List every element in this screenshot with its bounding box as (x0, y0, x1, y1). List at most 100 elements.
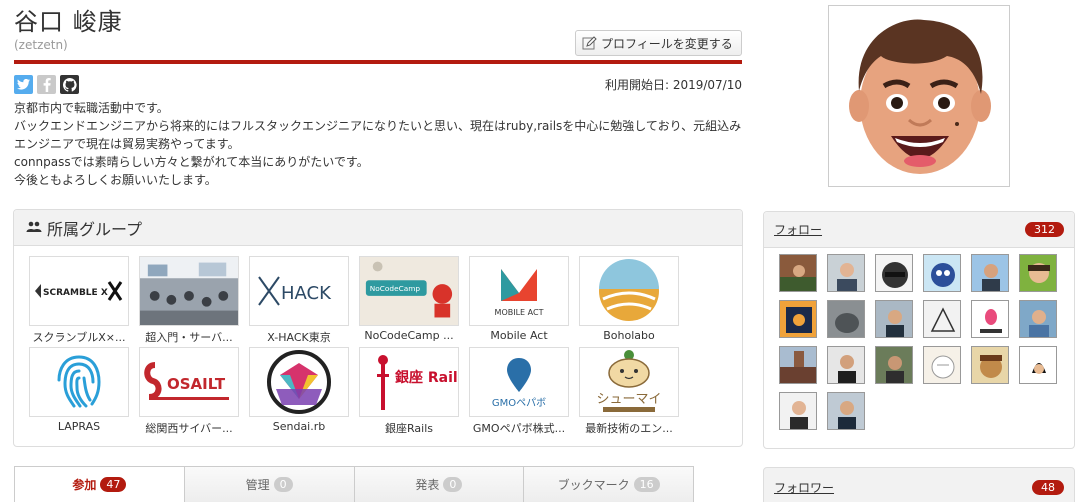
group-logo: SCRAMBLE X (29, 256, 129, 326)
tab-label: 参加 (72, 478, 97, 492)
followers-panel-header: フォロワー 48 (763, 467, 1075, 502)
profile-bio: 京都市内で転職活動中です。 バックエンドエンジニアから将来的にはフルスタックエン… (14, 99, 744, 189)
group-label: 超入門・サーバ... (145, 331, 233, 344)
group-item[interactable]: Sendai.rb (249, 347, 359, 438)
group-label: Sendai.rb (272, 420, 326, 433)
follow-avatar[interactable] (875, 254, 913, 292)
tab-managing[interactable]: 管理 0 (184, 467, 355, 502)
group-label: Mobile Act (490, 329, 548, 342)
follow-avatar[interactable] (875, 346, 913, 384)
bio-line: 京都市内で転職活動中です。 (14, 101, 169, 115)
social-links (14, 75, 79, 94)
follow-avatar[interactable] (971, 254, 1009, 292)
follow-avatar[interactable] (827, 254, 865, 292)
tab-count: 16 (633, 477, 660, 492)
group-label: 総関西サイバー... (145, 422, 233, 435)
group-logo-text: 銀座 Rails (395, 369, 457, 386)
follow-avatar[interactable] (923, 300, 961, 338)
follow-avatar[interactable] (827, 300, 865, 338)
following-link[interactable]: フォロー (774, 221, 822, 238)
follow-avatar[interactable] (827, 392, 865, 430)
group-label: NoCodeCamp ... (364, 329, 454, 342)
twitter-icon[interactable] (14, 75, 33, 94)
follow-avatar[interactable] (779, 300, 817, 338)
follow-avatar[interactable] (827, 346, 865, 384)
group-logo-text: SCRAMBLE X (43, 288, 108, 298)
follow-avatar[interactable] (1019, 254, 1057, 292)
group-item[interactable]: SCRAMBLE X スクランブルX×... (29, 256, 139, 347)
pencil-icon (582, 35, 597, 51)
header-divider (14, 60, 742, 64)
group-item[interactable]: MOBILE ACT Mobile Act (469, 256, 579, 347)
groups-grid: SCRAMBLE X スクランブルX×... 超入門・サーバ... HACK X… (29, 256, 689, 438)
following-avatars (779, 254, 1067, 438)
group-label: 最新技術のエン... (585, 422, 673, 435)
group-logo (29, 347, 129, 417)
group-item[interactable]: シューマイ 最新技術のエン... (579, 347, 689, 438)
following-header: フォロー 312 (764, 212, 1074, 248)
group-item[interactable]: NoCodeCamp NoCodeCamp ... (359, 256, 469, 347)
follow-avatar[interactable] (875, 300, 913, 338)
edit-profile-label: プロフィールを変更する (601, 36, 733, 51)
group-label: Boholabo (603, 329, 655, 342)
group-logo: HACK (249, 256, 349, 326)
follow-avatar[interactable] (1019, 346, 1057, 384)
followers-count-badge: 48 (1032, 479, 1064, 495)
group-item[interactable]: 超入門・サーバ... (139, 256, 249, 347)
profile-handle: (zetzetn) (14, 38, 68, 52)
group-logo (249, 347, 349, 417)
event-tabs: 参加 47 管理 0 発表 0 ブックマーク 16 (14, 466, 694, 502)
follow-avatar[interactable] (923, 254, 961, 292)
group-item[interactable]: HACK X-HACK東京 (249, 256, 359, 347)
group-logo: MOBILE ACT (469, 256, 569, 326)
tab-label: 管理 (245, 478, 270, 492)
profile-avatar (828, 5, 1010, 187)
group-logo: 銀座 Rails (359, 347, 459, 417)
following-panel: フォロー 312 (763, 211, 1075, 449)
github-icon[interactable] (60, 75, 79, 94)
group-item[interactable]: GMOペパボ GMOペパボ株式... (469, 347, 579, 438)
group-logo: OSAILT (139, 347, 239, 417)
edit-profile-button[interactable]: プロフィールを変更する (575, 30, 742, 56)
facebook-icon[interactable] (37, 75, 56, 94)
follow-avatar[interactable] (923, 346, 961, 384)
group-logo-text: GMOペパボ (492, 397, 546, 409)
group-item[interactable]: LAPRAS (29, 347, 139, 438)
tab-label: 発表 (415, 478, 440, 492)
bio-line: connpassでは素晴らしい方々と繋がれて本当にありがたいです。 (14, 155, 369, 169)
follow-avatar[interactable] (779, 392, 817, 430)
group-logo (579, 256, 679, 326)
tab-count: 0 (443, 477, 463, 492)
group-logo-text: OSAILT (167, 375, 226, 393)
follow-avatar[interactable] (971, 300, 1009, 338)
bio-line: バックエンドエンジニアから将来的にはフルスタックエンジニアになりたいと思い、現在… (14, 119, 742, 151)
group-item[interactable]: 銀座 Rails 銀座Rails (359, 347, 469, 438)
group-logo: GMOペパボ (469, 347, 569, 417)
group-label: スクランブルX×... (32, 331, 126, 344)
group-item[interactable]: Boholabo (579, 256, 689, 347)
follow-avatar[interactable] (1019, 300, 1057, 338)
group-logo-text: HACK (281, 283, 332, 304)
group-logo-text: NoCodeCamp (370, 284, 421, 293)
group-label: GMOペパボ株式... (472, 422, 566, 435)
follow-avatar[interactable] (779, 254, 817, 292)
group-label: 銀座Rails (385, 422, 433, 435)
groups-panel: 所属グループ SCRAMBLE X スクランブルX×... 超入門・サーバ...… (13, 209, 743, 447)
group-logo: シューマイ (579, 347, 679, 417)
follow-avatar[interactable] (971, 346, 1009, 384)
group-item[interactable]: OSAILT 総関西サイバー... (139, 347, 249, 438)
followers-link[interactable]: フォロワー (774, 479, 834, 496)
groups-header: 所属グループ (14, 210, 742, 246)
tab-bookmarks[interactable]: ブックマーク 16 (524, 467, 693, 502)
tab-participating[interactable]: 参加 47 (15, 467, 185, 502)
bio-line: 今後ともよろしくお願いいたします。 (14, 173, 217, 187)
tab-presenting[interactable]: 発表 0 (354, 467, 525, 502)
tab-count: 47 (100, 477, 127, 492)
group-logo (139, 256, 239, 326)
groups-title: 所属グループ (47, 219, 143, 239)
tab-label: ブックマーク (557, 478, 630, 492)
group-people-icon (26, 218, 42, 237)
group-label: LAPRAS (57, 420, 101, 433)
group-logo: NoCodeCamp (359, 256, 459, 326)
follow-avatar[interactable] (779, 346, 817, 384)
